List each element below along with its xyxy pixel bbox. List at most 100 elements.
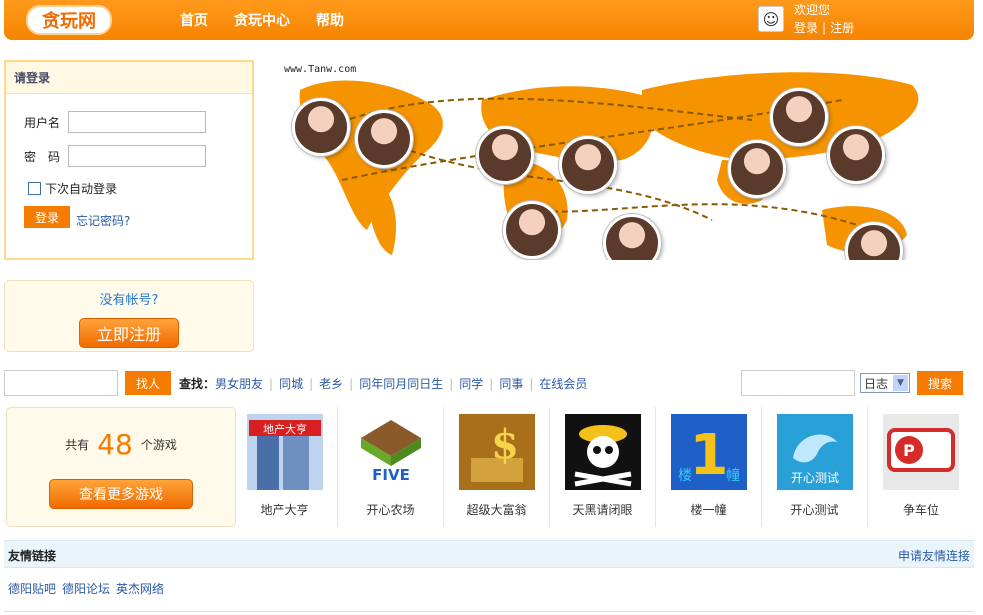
game-name[interactable]: 楼一幢 (656, 501, 761, 518)
login-title: 请登录 (6, 62, 252, 94)
games-count: 共有 48 个游戏 (7, 428, 235, 461)
main-nav: 首页 贪玩中心 帮助 (180, 10, 370, 30)
password-row: 密 码 (24, 145, 206, 167)
top-header: 贪玩网 首页 贪玩中心 帮助 ☺ 欢迎您 登录 | 注册 (4, 0, 974, 40)
member-avatar[interactable] (728, 140, 786, 198)
friend-links-list: 德阳贴吧 德阳论坛 英杰网络 (8, 580, 164, 597)
member-avatar[interactable] (355, 110, 413, 168)
username-label: 用户名 (24, 115, 61, 130)
separator: | (269, 376, 274, 391)
chevron-down-icon[interactable]: ▼ (893, 375, 908, 391)
nav-home[interactable]: 首页 (180, 10, 208, 30)
tower-icon[interactable]: 1 楼 幢 (671, 414, 747, 490)
search-bar: 找人 查找： 男女朋友 | 同城 | 老乡 | 同年同月同日生 | 同学 | 同事 | 在线… (4, 370, 974, 396)
separator: | (309, 376, 314, 391)
member-avatar[interactable] (770, 88, 828, 146)
find-link-colleagues[interactable]: 同事 (499, 375, 523, 392)
no-account-text: 没有帐号? (99, 293, 159, 308)
games-count-suffix: 个游戏 (140, 438, 177, 452)
member-avatar[interactable] (503, 201, 561, 259)
header-login-link[interactable]: 登录 (794, 21, 818, 35)
find-link-friends[interactable]: 男女朋友 (215, 375, 263, 392)
parking-icon[interactable]: P (883, 414, 959, 490)
site-search-input[interactable] (741, 370, 855, 396)
world-map-banner[interactable]: www.Tanw.com (282, 60, 942, 260)
password-input[interactable] (68, 145, 206, 167)
find-link-online-members[interactable]: 在线会员 (539, 375, 587, 392)
search-button[interactable]: 搜索 (917, 371, 963, 395)
forgot-password-link[interactable]: 忘记密码? (76, 212, 130, 229)
friend-link[interactable]: 英杰网络 (116, 580, 164, 597)
remember-me: 下次自动登录 (28, 180, 117, 197)
games-summary: 共有 48 个游戏 查看更多游戏 (6, 407, 236, 527)
svg-text:开心测试: 开心测试 (791, 470, 839, 485)
skull-icon[interactable] (565, 414, 641, 490)
game-name[interactable]: 开心测试 (762, 501, 867, 518)
games-list: 地产大亨 地产大亨 FIVE 开心农场 $ 超级大富翁 天黑请闭眼 1 楼 幢 … (232, 407, 974, 527)
login-button[interactable]: 登录 (24, 206, 70, 228)
bottom-divider (4, 611, 974, 612)
game-name[interactable]: 开心农场 (338, 501, 443, 518)
game-item[interactable]: 开心测试 开心测试 (762, 407, 868, 527)
game-item[interactable]: $ 超级大富翁 (444, 407, 550, 527)
game-item[interactable]: P 争车位 (868, 407, 974, 527)
member-avatar[interactable] (292, 98, 350, 156)
separator: | (529, 376, 534, 391)
username-input[interactable] (68, 111, 206, 133)
friend-link[interactable]: 德阳论坛 (62, 580, 110, 597)
skyscraper-icon[interactable]: 地产大亨 (247, 414, 323, 490)
game-item[interactable]: 天黑请闭眼 (550, 407, 656, 527)
svg-text:幢: 幢 (726, 467, 740, 484)
friend-link[interactable]: 德阳贴吧 (8, 580, 56, 597)
user-links: 登录 | 注册 (794, 19, 854, 36)
game-item[interactable]: 1 楼 幢 楼一幢 (656, 407, 762, 527)
site-logo[interactable]: 贪玩网 (26, 5, 112, 35)
game-name[interactable]: 争车位 (868, 501, 974, 518)
game-item[interactable]: 地产大亨 地产大亨 (232, 407, 338, 527)
search-type-select[interactable]: 日志 ▼ (860, 373, 910, 393)
separator: | (822, 21, 827, 35)
svg-text:楼: 楼 (678, 468, 692, 484)
quick-find-links: 查找： 男女朋友 | 同城 | 老乡 | 同年同月同日生 | 同学 | 同事 | 在线会员 (179, 375, 587, 392)
separator: | (349, 376, 354, 391)
find-label: 查找： (179, 377, 216, 391)
find-link-same-birthday[interactable]: 同年同月同日生 (359, 375, 443, 392)
find-link-hometown[interactable]: 老乡 (319, 375, 343, 392)
member-avatar[interactable] (827, 126, 885, 184)
find-people-button[interactable]: 找人 (125, 371, 171, 395)
friend-links-bar: 友情链接 申请友情连接 (4, 540, 974, 568)
register-panel: 没有帐号? 立即注册 (4, 280, 254, 352)
game-name[interactable]: 天黑请闭眼 (550, 501, 655, 518)
register-now-button[interactable]: 立即注册 (79, 318, 179, 348)
username-row: 用户名 (24, 111, 206, 133)
svg-text:P: P (903, 441, 915, 460)
dollar-icon[interactable]: $ (459, 414, 535, 490)
header-register-link[interactable]: 注册 (830, 21, 854, 35)
password-label: 密 码 (24, 149, 61, 164)
banner-site-text: www.Tanw.com (284, 64, 357, 75)
games-count-number: 48 (97, 428, 133, 461)
find-people-input[interactable] (4, 370, 118, 396)
remember-checkbox[interactable] (28, 182, 41, 195)
separator: | (489, 376, 494, 391)
member-avatar[interactable] (476, 126, 534, 184)
member-avatar[interactable] (559, 136, 617, 194)
find-link-classmates[interactable]: 同学 (459, 375, 483, 392)
nav-play-center[interactable]: 贪玩中心 (234, 10, 290, 30)
remember-label: 下次自动登录 (45, 182, 118, 196)
more-games-button[interactable]: 查看更多游戏 (49, 479, 193, 509)
search-type-value: 日志 (864, 376, 889, 391)
svg-text:1: 1 (690, 423, 729, 488)
farm-icon[interactable]: FIVE (353, 414, 429, 490)
find-link-same-city[interactable]: 同城 (279, 375, 303, 392)
nav-help[interactable]: 帮助 (316, 10, 344, 30)
login-panel: 请登录 用户名 密 码 下次自动登录 登录 忘记密码? (4, 60, 254, 260)
svg-text:FIVE: FIVE (372, 466, 410, 484)
game-item[interactable]: FIVE 开心农场 (338, 407, 444, 527)
separator: | (449, 376, 454, 391)
user-avatar-icon: ☺ (758, 6, 784, 32)
dolphin-icon[interactable]: 开心测试 (777, 414, 853, 490)
apply-friend-link[interactable]: 申请友情连接 (898, 547, 970, 564)
game-name[interactable]: 地产大亨 (232, 501, 337, 518)
game-name[interactable]: 超级大富翁 (444, 501, 549, 518)
